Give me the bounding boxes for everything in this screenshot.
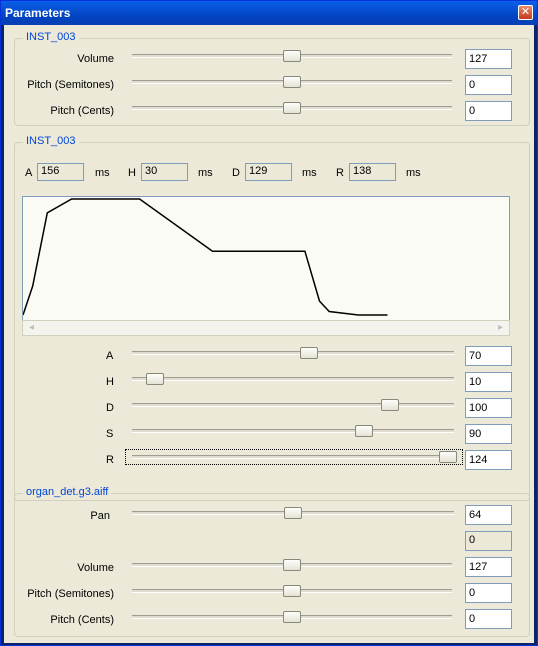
volume-field[interactable] (465, 49, 512, 69)
r-slider[interactable] (132, 451, 457, 463)
sample-volume-label: Volume (77, 562, 114, 574)
volume-label: Volume (77, 53, 114, 65)
attack-unit: ms (95, 167, 110, 179)
h-slider-label: H (106, 376, 114, 388)
d-slider-label: D (106, 402, 114, 414)
pitch-cents-label: Pitch (Cents) (50, 105, 114, 117)
sample-volume-slider[interactable] (132, 559, 452, 571)
attack-letter: A (25, 167, 33, 179)
r-slider-label: R (106, 454, 114, 466)
hold-unit: ms (198, 167, 213, 179)
close-button[interactable]: ✕ (518, 5, 533, 20)
window-title: Parameters (5, 6, 71, 20)
s-slider-label: S (106, 428, 114, 440)
attack-ms-readout: 156 (37, 163, 84, 181)
sample-pitch-semitones-label: Pitch (Semitones) (27, 588, 114, 600)
a-slider-thumb[interactable] (300, 347, 319, 359)
client-area: INST_003 Volume Pitch (Semitones) Pitch … (4, 25, 534, 643)
pan-slider-thumb[interactable] (284, 507, 302, 519)
sample-pitch-cents-label: Pitch (Cents) (50, 614, 114, 626)
pitch-cents-slider[interactable] (132, 102, 452, 114)
pitch-cents-field[interactable] (465, 101, 512, 121)
sample-pitch-semitones-field[interactable] (465, 583, 512, 603)
sample-pitch-semitones-slider-thumb[interactable] (283, 585, 301, 597)
d-slider[interactable] (132, 399, 454, 411)
group-title: organ_det.g3.aiff (23, 486, 112, 498)
d-field[interactable] (465, 398, 512, 418)
release-ms-readout: 138 (349, 163, 396, 181)
pan-field[interactable] (465, 505, 512, 525)
envelope-plot (23, 198, 388, 316)
volume-slider-thumb[interactable] (283, 50, 301, 62)
close-icon: ✕ (520, 6, 531, 18)
h-slider-thumb[interactable] (145, 373, 164, 385)
sample-pitch-cents-slider[interactable] (132, 611, 452, 623)
pan-readout: 0 (465, 531, 512, 551)
s-slider-thumb[interactable] (354, 425, 373, 437)
r-slider-thumb[interactable] (438, 451, 457, 463)
sample-pitch-semitones-slider[interactable] (132, 585, 452, 597)
group-title: INST_003 (23, 135, 79, 147)
s-slider[interactable] (132, 425, 454, 437)
sample-pitch-cents-field[interactable] (465, 609, 512, 629)
pan-label: Pan (90, 510, 110, 522)
parameters-window: Parameters ✕ INST_003 Volume Pitch (Semi… (0, 0, 538, 646)
hold-ms-readout: 30 (141, 163, 188, 181)
a-slider-label: A (106, 350, 114, 362)
pitch-semitones-slider[interactable] (132, 76, 452, 88)
volume-slider[interactable] (132, 50, 452, 62)
pitch-semitones-slider-thumb[interactable] (283, 76, 301, 88)
h-slider[interactable] (132, 373, 454, 385)
r-field[interactable] (465, 450, 512, 470)
envelope-scrollbar[interactable]: ◂ ▸ (22, 320, 510, 336)
sample-pitch-cents-slider-thumb[interactable] (283, 611, 301, 623)
a-slider[interactable] (132, 347, 454, 359)
decay-letter: D (232, 167, 240, 179)
envelope-curve (23, 198, 388, 316)
pitch-semitones-label: Pitch (Semitones) (27, 79, 114, 91)
release-unit: ms (406, 167, 421, 179)
sample-volume-field[interactable] (465, 557, 512, 577)
a-field[interactable] (465, 346, 512, 366)
pitch-semitones-field[interactable] (465, 75, 512, 95)
s-field[interactable] (465, 424, 512, 444)
decay-ms-readout: 129 (245, 163, 292, 181)
sample-volume-slider-thumb[interactable] (283, 559, 301, 571)
pan-slider[interactable] (132, 507, 454, 519)
scroll-left-icon[interactable]: ◂ (24, 321, 39, 335)
hold-letter: H (128, 167, 136, 179)
scroll-right-icon[interactable]: ▸ (493, 321, 508, 335)
group-title: INST_003 (23, 31, 79, 43)
decay-unit: ms (302, 167, 317, 179)
h-field[interactable] (465, 372, 512, 392)
envelope-graph (22, 196, 510, 336)
title-bar: Parameters ✕ (1, 1, 537, 25)
pitch-cents-slider-thumb[interactable] (283, 102, 301, 114)
d-slider-thumb[interactable] (380, 399, 399, 411)
release-letter: R (336, 167, 344, 179)
